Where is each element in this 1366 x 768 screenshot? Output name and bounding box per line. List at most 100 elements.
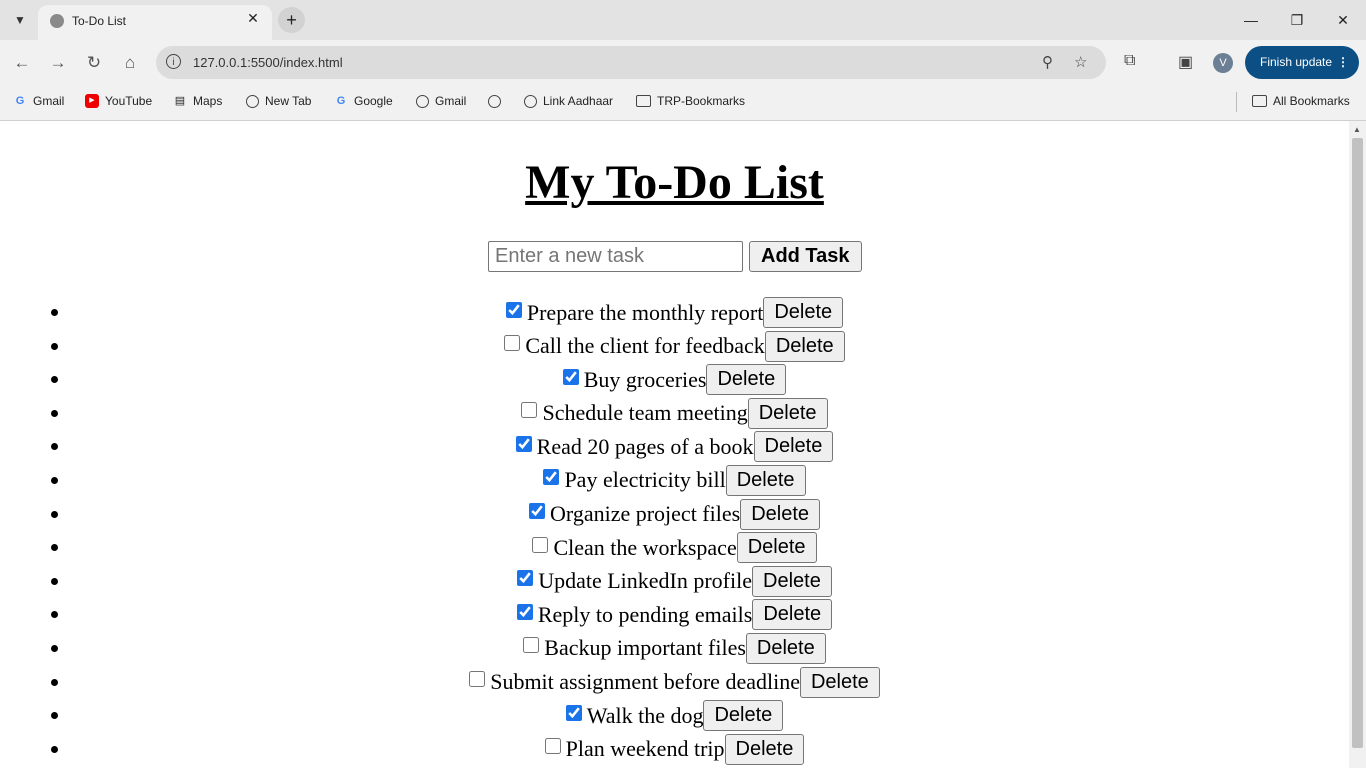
task-row: Organize project files Delete [529,498,820,531]
task-checkbox[interactable] [504,335,521,352]
bookmark-new-tab[interactable]: New Tab [246,93,311,109]
delete-task-button[interactable]: Delete [736,532,817,564]
back-arrow-icon[interactable]: ← [9,50,35,76]
task-row: Update LinkedIn profile Delete [517,565,832,598]
delete-task-button[interactable]: Delete [753,431,834,463]
task-item: Pay electricity bill Delete [0,464,1349,498]
scroll-thumb[interactable] [1352,138,1363,748]
task-row: Schedule team meeting Delete [521,397,828,430]
task-row: Call the client for feedback Delete [504,330,845,363]
task-checkbox[interactable] [529,503,545,520]
zoom-icon[interactable]: ⚲ [1042,53,1053,71]
task-checkbox[interactable] [562,368,579,385]
task-item: Plan weekend trip Delete [0,733,1349,767]
finish-update-button[interactable]: Finish update ⋮ [1245,46,1359,79]
task-checkbox[interactable] [523,637,540,654]
task-row: Clean the workspace Delete [532,531,817,564]
url-text[interactable]: 127.0.0.1:5500/index.html [193,55,343,70]
all-bookmarks[interactable]: All Bookmarks [1252,93,1350,109]
bookmark-trp-folder[interactable]: TRP-Bookmarks [636,93,745,109]
bookmark-google[interactable]: G Google [334,93,393,109]
minimize-icon[interactable]: — [1236,8,1266,32]
bullet-icon [51,577,58,585]
globe-icon [416,94,429,108]
task-checkbox[interactable] [532,536,549,553]
delete-task-button[interactable]: Delete [745,632,826,664]
youtube-icon: ▶ [85,94,99,108]
task-text: Call the client for feedback [525,333,765,359]
delete-task-button[interactable]: Delete [706,364,787,396]
reload-icon[interactable]: ↻ [81,50,107,76]
task-checkbox[interactable] [515,435,532,452]
window-close-icon[interactable]: ✕ [1328,8,1358,32]
bookmark-youtube[interactable]: ▶ YouTube [85,93,152,109]
task-item: Update LinkedIn profile Delete [0,565,1349,599]
task-text: Reply to pending emails [537,601,753,627]
tab-search-chevron-icon[interactable]: ▼ [8,8,32,32]
new-tab-button[interactable]: + [278,7,305,33]
delete-task-button[interactable]: Delete [752,565,832,597]
close-tab-icon[interactable]: ✕ [244,10,262,27]
task-item: Clean the workspace Delete [0,531,1349,565]
task-text: Update LinkedIn profile [538,568,752,594]
task-checkbox[interactable] [505,301,522,318]
restore-icon[interactable]: ❐ [1282,8,1312,32]
globe-icon [524,94,537,108]
extensions-icon[interactable]: ⧉ [1124,52,1135,70]
task-item: Organize project files Delete [0,498,1349,532]
delete-task-button[interactable]: Delete [703,700,784,732]
delete-task-button[interactable]: Delete [764,330,845,362]
profile-avatar[interactable]: V [1213,53,1233,73]
delete-task-button[interactable]: Delete [799,666,880,698]
forward-arrow-icon[interactable]: → [45,50,71,76]
bookmark-label: Maps [193,94,223,108]
folder-icon [636,95,651,107]
task-text: Prepare the monthly report [526,299,764,325]
task-row: Submit assignment before deadline Delete [469,666,880,699]
google-icon: G [15,95,25,107]
bookmark-label: TRP-Bookmarks [657,94,746,108]
tab-title: To-Do List [72,14,127,28]
delete-task-button[interactable]: Delete [752,599,833,631]
task-item: Call the client for feedback Delete [0,330,1349,364]
bookmark-maps[interactable]: ▤ Maps [173,93,223,109]
bullet-icon [51,409,58,417]
bookmark-gmail-2[interactable]: Gmail [416,93,466,109]
bullet-icon [51,544,58,552]
page-scrollbar[interactable]: ▲ [1349,121,1366,768]
scroll-up-arrow-icon[interactable]: ▲ [1353,125,1361,134]
task-item: Reply to pending emails Delete [0,598,1349,632]
task-checkbox[interactable] [469,671,486,688]
address-bar[interactable]: i 127.0.0.1:5500/index.html ⚲ ☆ [156,46,1106,79]
delete-task-button[interactable]: Delete [763,297,844,328]
new-task-input[interactable] [488,241,743,272]
delete-task-button[interactable]: Delete [740,498,820,530]
task-text: Pay electricity bill [564,467,726,493]
bookmarks-bar: G Gmail ▶ YouTube ▤ Maps New Tab G Google Gm… [0,85,1366,121]
task-item: Buy groceries Delete [0,363,1349,397]
home-icon[interactable]: ⌂ [117,50,143,76]
task-checkbox[interactable] [543,469,560,486]
bookmark-unnamed[interactable] [488,93,507,109]
bookmark-star-icon[interactable]: ☆ [1074,53,1087,71]
task-checkbox[interactable] [544,738,561,755]
add-task-form: Add Task [488,241,862,272]
bookmark-link-aadhaar[interactable]: Link Aadhaar [524,93,613,109]
page-content: My To-Do List Add Task Prepare the month… [0,121,1349,768]
task-checkbox[interactable] [517,570,534,587]
bullet-icon [51,678,58,686]
task-checkbox[interactable] [521,402,538,419]
task-checkbox[interactable] [565,704,582,721]
bookmark-gmail[interactable]: G Gmail [13,93,65,109]
task-text: Read 20 pages of a book [536,433,754,459]
side-panel-icon[interactable]: ▣ [1178,52,1193,72]
task-checkbox[interactable] [516,603,533,620]
tab-todo-list[interactable]: To-Do List ✕ [38,5,272,40]
google-icon: G [336,95,346,107]
site-info-icon[interactable]: i [166,54,181,69]
task-item: Read 20 pages of a book Delete [0,430,1349,464]
delete-task-button[interactable]: Delete [725,464,806,496]
add-task-button[interactable]: Add Task [749,241,862,272]
delete-task-button[interactable]: Delete [724,733,805,765]
delete-task-button[interactable]: Delete [747,397,828,429]
